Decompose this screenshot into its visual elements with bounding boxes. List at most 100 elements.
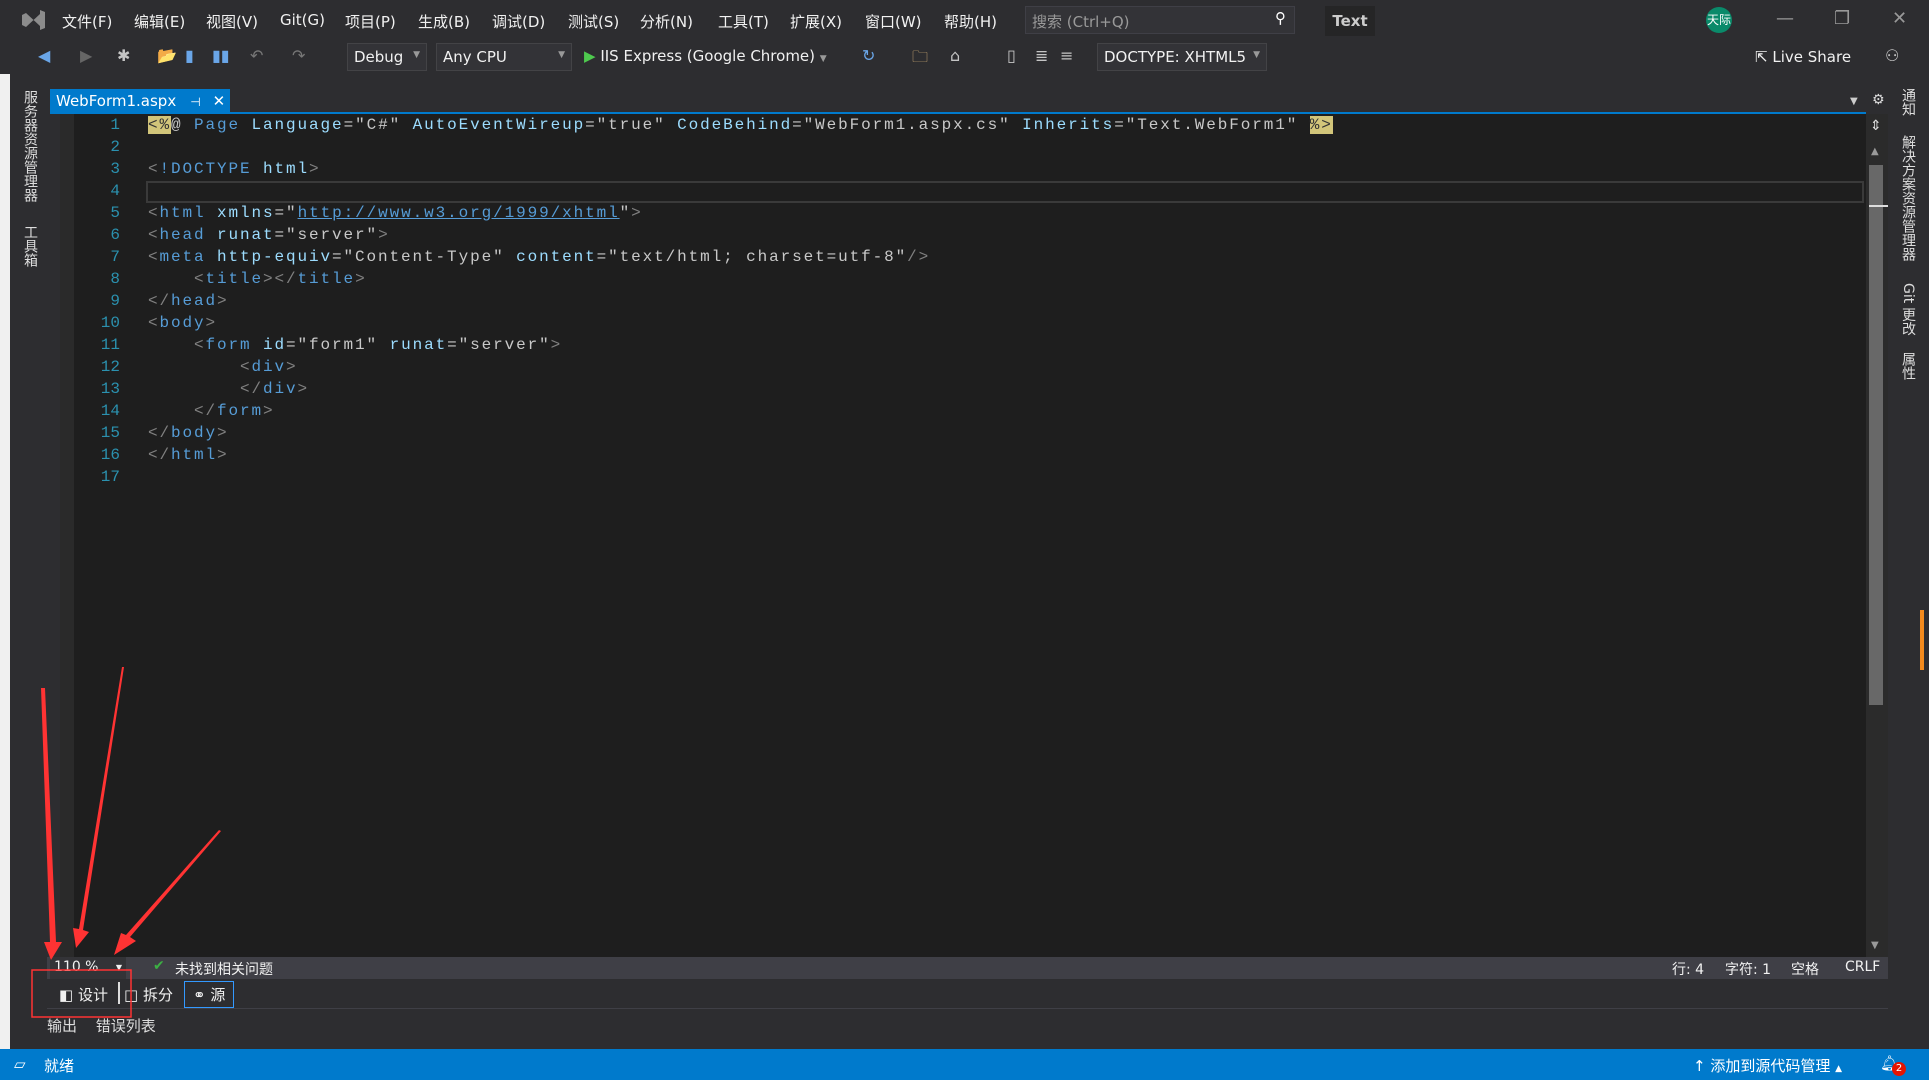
feedback-icon[interactable]: ⚇ — [1885, 46, 1899, 65]
new-project-icon[interactable]: ✱ — [117, 46, 130, 65]
issues-status[interactable]: 未找到相关问题 — [175, 959, 273, 979]
code-line[interactable]: <head runat="server"> — [148, 226, 390, 244]
menu-item[interactable]: 分析(N) — [640, 11, 693, 32]
toolbox-tab[interactable]: 工具箱 — [20, 225, 40, 267]
line-number: 14 — [100, 402, 120, 420]
server-explorer-tab[interactable]: 服务器资源管理器 — [20, 90, 40, 202]
design-view-button[interactable]: ◧ 设计 — [59, 984, 108, 1005]
code-token: ="true" — [585, 116, 678, 134]
redo-icon[interactable]: ↷ — [292, 46, 305, 65]
format-icon[interactable]: ≣ — [1035, 46, 1048, 65]
code-line[interactable]: <title></title> — [148, 270, 367, 288]
code-token: id — [263, 336, 287, 354]
back-icon[interactable]: ◀ — [38, 46, 50, 65]
code-line[interactable]: <div> — [148, 358, 298, 376]
menu-item[interactable]: 项目(P) — [345, 11, 396, 32]
code-token: </ — [148, 402, 218, 420]
code-line[interactable]: <body> — [148, 314, 217, 332]
code-token: < — [148, 358, 252, 376]
tab-list-icon[interactable]: ▼ — [1850, 96, 1858, 107]
live-share-button[interactable]: ⇱ Live Share — [1755, 48, 1851, 66]
code-line[interactable]: </head> — [148, 292, 229, 310]
restore-icon[interactable]: ❐ — [1834, 8, 1850, 29]
code-line[interactable]: </html> — [148, 446, 229, 464]
split-view-button[interactable]: ◫ 拆分 — [124, 984, 173, 1005]
open-icon[interactable]: 📂 — [157, 46, 177, 65]
menu-item[interactable]: 工具(T) — [718, 11, 769, 32]
refresh-icon[interactable]: ↻ — [862, 46, 875, 65]
code-token: html — [263, 160, 310, 178]
line-number: 3 — [110, 160, 120, 178]
source-view-button[interactable]: ⚭ 源 — [184, 981, 235, 1008]
split-editor-icon[interactable]: ⇕ — [1870, 118, 1882, 134]
code-token: div — [263, 380, 298, 398]
save-all-icon[interactable]: ▮▮ — [212, 46, 230, 65]
gear-icon[interactable]: ⚙ — [1872, 92, 1885, 108]
code-line[interactable]: </div> — [148, 380, 309, 398]
code-line[interactable]: <form id="form1" runat="server"> — [148, 336, 562, 354]
code-line[interactable]: <html xmlns="http://www.w3.org/1999/xhtm… — [148, 204, 643, 222]
properties-tab[interactable]: 属性 — [1898, 352, 1918, 380]
notifications-button[interactable]: 🔔︎ 2 — [1880, 1054, 1906, 1076]
zoom-dropdown[interactable]: 110 % ▼ — [50, 957, 126, 979]
scroll-down-icon[interactable]: ▼ — [1871, 940, 1879, 951]
find-folder-icon[interactable]: 🗀 — [912, 46, 928, 73]
chevron-up-icon: ▲ — [1835, 1064, 1843, 1074]
code-line[interactable]: <%@ Page Language="C#" AutoEventWireup="… — [148, 116, 1333, 134]
git-changes-tab[interactable]: Git 更改 — [1898, 283, 1918, 336]
tab-webform1-aspx[interactable]: WebForm1.aspx ⊣ ✕ — [50, 89, 230, 114]
menu-item[interactable]: 扩展(X) — [790, 11, 842, 32]
code-token: form — [217, 402, 264, 420]
indent-mode[interactable]: 空格 — [1791, 959, 1819, 979]
add-to-source-control-button[interactable]: ↑ 添加到源代码管理 ▲ — [1693, 1055, 1842, 1076]
code-token: Page — [194, 116, 252, 134]
menu-item[interactable]: 帮助(H) — [944, 11, 997, 32]
error-list-tab[interactable]: 错误列表 — [96, 1017, 156, 1035]
code-line[interactable]: </form> — [148, 402, 275, 420]
scroll-up-icon[interactable]: ▲ — [1871, 146, 1879, 157]
configuration-dropdown[interactable]: Debug ▼ — [347, 43, 427, 71]
code-token: </ — [148, 446, 172, 464]
code-token: !DOCTYPE — [159, 160, 264, 178]
menu-item[interactable]: 窗口(W) — [865, 11, 922, 32]
document-icon[interactable]: ▯ — [1007, 46, 1016, 65]
output-tab[interactable]: 输出 — [47, 1017, 77, 1035]
menu-item[interactable]: 调试(D) — [492, 11, 545, 32]
line-ending[interactable]: CRLF — [1845, 959, 1880, 975]
code-token: /> — [907, 248, 931, 266]
forward-icon[interactable]: ▶ — [80, 46, 92, 65]
line-number: 8 — [110, 270, 120, 288]
menu-item[interactable]: Git(G) — [280, 11, 325, 29]
close-tab-icon[interactable]: ✕ — [213, 92, 226, 110]
code-line[interactable]: <meta http-equiv="Content-Type" content=… — [148, 248, 930, 266]
platform-dropdown[interactable]: Any CPU ▼ — [436, 43, 572, 71]
notifications-tab[interactable]: 通知 — [1898, 88, 1918, 116]
pin-icon[interactable]: ⊣ — [190, 95, 200, 109]
solution-explorer-tab[interactable]: 解决方案资源管理器 — [1898, 135, 1918, 261]
code-token: html — [171, 446, 218, 464]
search-input[interactable]: 搜索 (Ctrl+Q) ⚲ — [1025, 6, 1295, 34]
comment-icon[interactable]: ≡ — [1060, 46, 1073, 65]
menu-item[interactable]: 文件(F) — [62, 11, 112, 32]
avatar[interactable]: 天际 — [1706, 7, 1732, 33]
close-window-icon[interactable]: ✕ — [1892, 8, 1907, 29]
menu-item[interactable]: 视图(V) — [206, 11, 258, 32]
doctype-dropdown[interactable]: DOCTYPE: XHTML5 ▼ — [1097, 43, 1267, 71]
menu-item[interactable]: 编辑(E) — [134, 11, 185, 32]
code-token: < — [148, 226, 160, 244]
code-token[interactable]: http://www.w3.org/1999/xhtml — [298, 204, 620, 222]
minimize-icon[interactable]: — — [1776, 8, 1794, 29]
code-line[interactable]: <!DOCTYPE html> — [148, 160, 321, 178]
code-line[interactable]: </body> — [148, 424, 229, 442]
menu-item[interactable]: 生成(B) — [418, 11, 470, 32]
save-icon[interactable]: ▮ — [185, 46, 194, 65]
scrollbar-thumb[interactable] — [1869, 165, 1883, 705]
editor-status-row: 110 % ▼ ✔ 未找到相关问题 行: 4 字符: 1 空格 CRLF — [47, 957, 1888, 979]
arrow-up-icon: ↑ — [1693, 1057, 1706, 1075]
undo-icon[interactable]: ↶ — [250, 46, 263, 65]
run-button[interactable]: ▶ IIS Express (Google Chrome) ▼ — [584, 47, 827, 65]
code-token: > — [550, 336, 563, 354]
menu-item[interactable]: 测试(S) — [568, 11, 619, 32]
browser-icon[interactable]: ⌂ — [950, 46, 960, 65]
code-token: ="text/html; charset=utf-8" — [596, 248, 908, 266]
